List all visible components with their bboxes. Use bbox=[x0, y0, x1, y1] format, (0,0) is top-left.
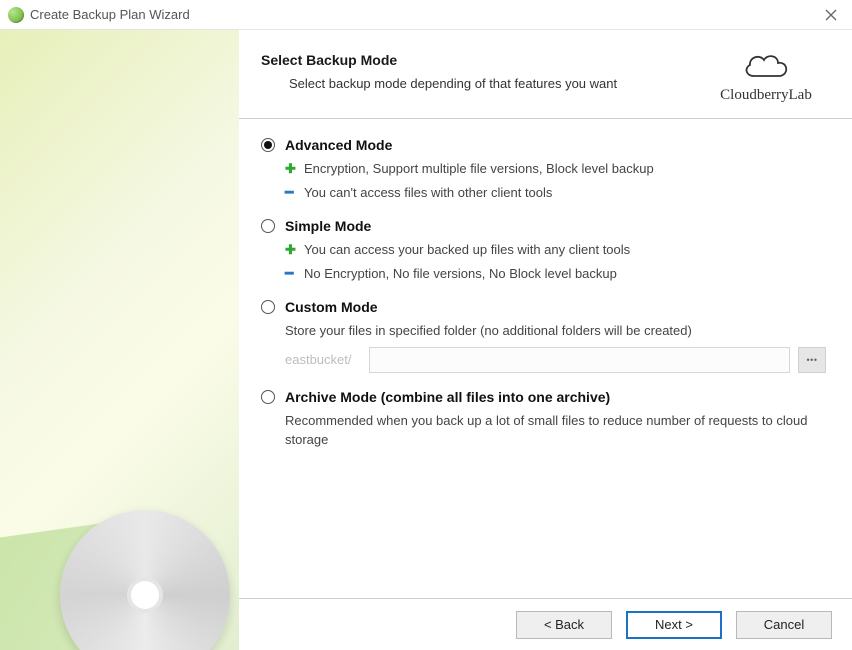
brand-logo: CloudberryLab bbox=[706, 48, 826, 104]
titlebar: Create Backup Plan Wizard bbox=[0, 0, 852, 30]
radio-simple-mode[interactable] bbox=[261, 219, 275, 233]
app-icon bbox=[8, 7, 24, 23]
wizard-footer: < Back Next > Cancel bbox=[239, 598, 852, 650]
wizard-sidebar-art bbox=[0, 30, 239, 650]
mode-custom-desc: Store your files in specified folder (no… bbox=[285, 321, 826, 341]
minus-icon: ━ bbox=[285, 187, 296, 198]
mode-simple-title: Simple Mode bbox=[285, 218, 371, 234]
radio-custom-mode[interactable] bbox=[261, 300, 275, 314]
wizard-header: Select Backup Mode Select backup mode de… bbox=[239, 30, 852, 119]
mode-advanced: Advanced Mode ✚ Encryption, Support mult… bbox=[261, 137, 826, 202]
radio-archive-mode[interactable] bbox=[261, 390, 275, 404]
browse-folder-button[interactable]: ••• bbox=[798, 347, 826, 373]
mode-archive-title: Archive Mode (combine all files into one… bbox=[285, 389, 610, 405]
close-icon bbox=[825, 9, 837, 21]
radio-advanced-mode[interactable] bbox=[261, 138, 275, 152]
brand-name: CloudberryLab bbox=[706, 87, 826, 104]
mode-archive: Archive Mode (combine all files into one… bbox=[261, 389, 826, 450]
plus-icon: ✚ bbox=[285, 163, 296, 174]
mode-advanced-title: Advanced Mode bbox=[285, 137, 392, 153]
mode-simple-con: No Encryption, No file versions, No Bloc… bbox=[304, 264, 617, 284]
mode-custom: Custom Mode Store your files in specifie… bbox=[261, 299, 826, 373]
mode-advanced-con: You can't access files with other client… bbox=[304, 183, 552, 203]
cloud-icon bbox=[740, 48, 792, 82]
plus-icon: ✚ bbox=[285, 244, 296, 255]
mode-advanced-pro: Encryption, Support multiple file versio… bbox=[304, 159, 654, 179]
mode-custom-title: Custom Mode bbox=[285, 299, 378, 315]
window-close-button[interactable] bbox=[818, 2, 844, 28]
window-title: Create Backup Plan Wizard bbox=[30, 7, 818, 22]
mode-simple: Simple Mode ✚ You can access your backed… bbox=[261, 218, 826, 283]
page-title: Select Backup Mode bbox=[261, 52, 706, 68]
custom-folder-prefix: eastbucket/ bbox=[285, 352, 361, 367]
minus-icon: ━ bbox=[285, 268, 296, 279]
cancel-button[interactable]: Cancel bbox=[736, 611, 832, 639]
custom-folder-input[interactable] bbox=[369, 347, 790, 373]
page-subtitle: Select backup mode depending of that fea… bbox=[261, 76, 706, 91]
back-button[interactable]: < Back bbox=[516, 611, 612, 639]
mode-archive-desc: Recommended when you back up a lot of sm… bbox=[285, 411, 826, 450]
mode-simple-pro: You can access your backed up files with… bbox=[304, 240, 630, 260]
next-button[interactable]: Next > bbox=[626, 611, 722, 639]
